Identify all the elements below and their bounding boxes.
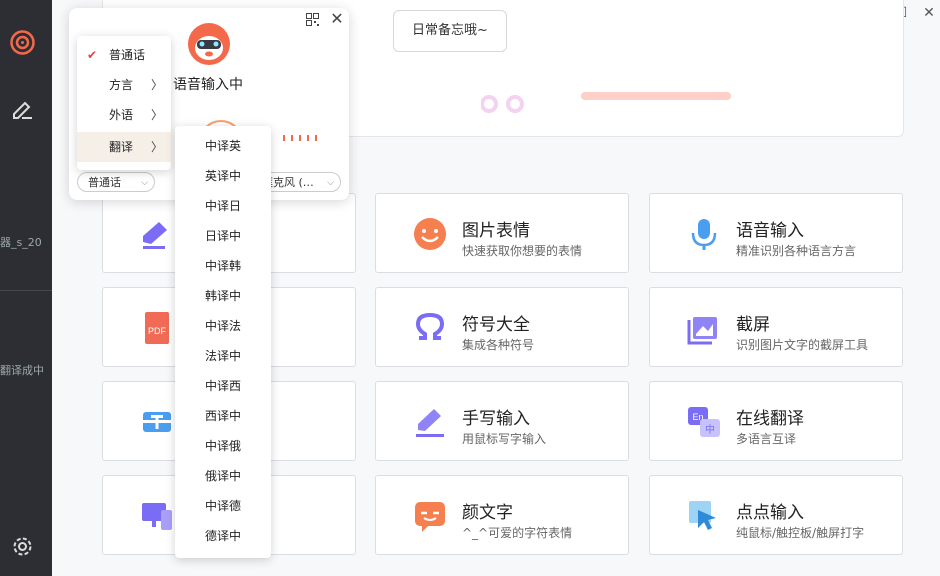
language-select[interactable]: 普通话 ⌵: [77, 172, 155, 192]
tool-card[interactable]: 符号大全集成各种符号: [375, 287, 629, 367]
chevron-right-icon: 〉: [150, 78, 163, 92]
translate-item[interactable]: 德译中: [175, 521, 271, 551]
translate-item[interactable]: 中译俄: [175, 431, 271, 461]
tool-title: 点点输入: [736, 503, 804, 523]
banner-decoration-bar: [581, 92, 731, 100]
handwriting-icon: [412, 404, 448, 440]
translate-item[interactable]: 西译中: [175, 401, 271, 431]
text-extract-icon: [139, 404, 175, 440]
tool-card[interactable]: 点点输入纯鼠标/触控板/触屏打字: [649, 475, 903, 555]
tool-card[interactable]: 截屏识别图片文字的截屏工具: [649, 287, 903, 367]
tool-card[interactable]: 手写输入用鼠标写字输入: [375, 381, 629, 461]
translate-item[interactable]: 中译西: [175, 371, 271, 401]
tool-title: 颜文字: [462, 503, 513, 523]
tool-card[interactable]: En 中在线翻译多语言互译: [649, 381, 903, 461]
tool-subtitle: 识别图片文字的截屏工具: [736, 338, 869, 352]
translate-item[interactable]: 中译法: [175, 311, 271, 341]
banner-pill[interactable]: 日常备忘哦~: [393, 10, 507, 52]
tool-card[interactable]: 语音输入精准识别各种语言方言: [649, 193, 903, 273]
underlay-window: 器_s_20 翻译成中: [0, 0, 52, 576]
voice-wave-icon: [283, 130, 323, 141]
tool-title: 语音输入: [736, 221, 804, 241]
pen-edit-icon: [139, 216, 175, 252]
menu-item-dialect[interactable]: 方言 〉: [77, 70, 171, 100]
close-window-button[interactable]: ✕: [920, 4, 938, 22]
underlay-text: 器_s_20: [0, 236, 42, 249]
tool-subtitle: 多语言互译: [736, 432, 797, 446]
omega-icon: [412, 310, 448, 346]
voice-status-title: 语音输入中: [173, 77, 243, 93]
tool-subtitle: ^_^可爱的字符表情: [462, 526, 573, 540]
tool-subtitle: 快速获取你想要的表情: [462, 244, 583, 258]
tool-title: 图片表情: [462, 221, 530, 241]
sidebar: 器_s_20 翻译成中: [0, 0, 52, 576]
monitor-icon: [139, 498, 175, 534]
tool-title: 在线翻译: [736, 409, 804, 429]
microphone-icon: [686, 216, 722, 252]
translate-icon: En 中: [686, 404, 722, 440]
translate-item[interactable]: 中译德: [175, 491, 271, 521]
banner-decoration-icon: [480, 94, 531, 118]
menu-item-translate[interactable]: 翻译 〉: [77, 132, 171, 162]
tool-subtitle: 纯鼠标/触控板/触屏打字: [736, 526, 865, 540]
tool-subtitle: 精准识别各种语言方言: [736, 244, 857, 258]
tool-subtitle: 集成各种符号: [462, 338, 535, 352]
language-select-value: 普通话: [88, 176, 121, 189]
kaomoji-icon: [412, 498, 448, 534]
menu-item-label: 普通话: [109, 48, 146, 62]
qr-code-icon[interactable]: [306, 13, 319, 26]
language-menu: ✔ 普通话 方言 〉 外语 〉 翻译 〉: [77, 36, 171, 170]
translate-item[interactable]: 法译中: [175, 341, 271, 371]
translate-item[interactable]: 中译日: [175, 191, 271, 221]
chevron-down-icon: ⌵: [141, 178, 148, 188]
close-icon[interactable]: ✕: [329, 11, 345, 27]
menu-item-mandarin[interactable]: ✔ 普通话: [77, 40, 171, 70]
svg-text:中: 中: [705, 423, 715, 436]
translate-item[interactable]: 日译中: [175, 221, 271, 251]
chevron-right-icon: 〉: [150, 108, 163, 122]
gear-icon[interactable]: [10, 534, 35, 559]
pdf-icon: PDF: [139, 310, 175, 346]
translate-item[interactable]: 中译英: [175, 131, 271, 161]
screenshot-icon: [686, 310, 722, 346]
menu-item-label: 外语: [109, 108, 134, 122]
underlay-text: 翻译成中: [0, 364, 44, 377]
tool-title: 截屏: [736, 315, 770, 335]
chevron-right-icon: 〉: [150, 140, 163, 154]
translate-item[interactable]: 中译韩: [175, 251, 271, 281]
menu-item-label: 翻译: [109, 140, 134, 154]
tool-card[interactable]: 颜文字 ^_^可爱的字符表情: [375, 475, 629, 555]
chevron-down-icon: ⌵: [327, 178, 334, 188]
svg-text:PDF: PDF: [148, 326, 167, 336]
translate-item[interactable]: 英译中: [175, 161, 271, 191]
check-icon: ✔: [87, 48, 98, 62]
tool-title: 符号大全: [462, 315, 530, 335]
tool-subtitle: 用鼠标写字输入: [462, 432, 547, 446]
menu-item-foreign[interactable]: 外语 〉: [77, 100, 171, 130]
menu-item-label: 方言: [109, 78, 134, 92]
click-input-icon: [686, 498, 722, 534]
tool-card[interactable]: 图片表情快速获取你想要的表情: [375, 193, 629, 273]
translate-submenu: 中译英 英译中 中译日 日译中 中译韩 韩译中 中译法 法译中 中译西 西译中 …: [175, 126, 271, 558]
mascot-icon: [188, 23, 230, 65]
smile-face-icon: [412, 216, 448, 252]
translate-item[interactable]: 韩译中: [175, 281, 271, 311]
translate-item[interactable]: 俄译中: [175, 461, 271, 491]
tool-title: 手写输入: [462, 409, 530, 429]
